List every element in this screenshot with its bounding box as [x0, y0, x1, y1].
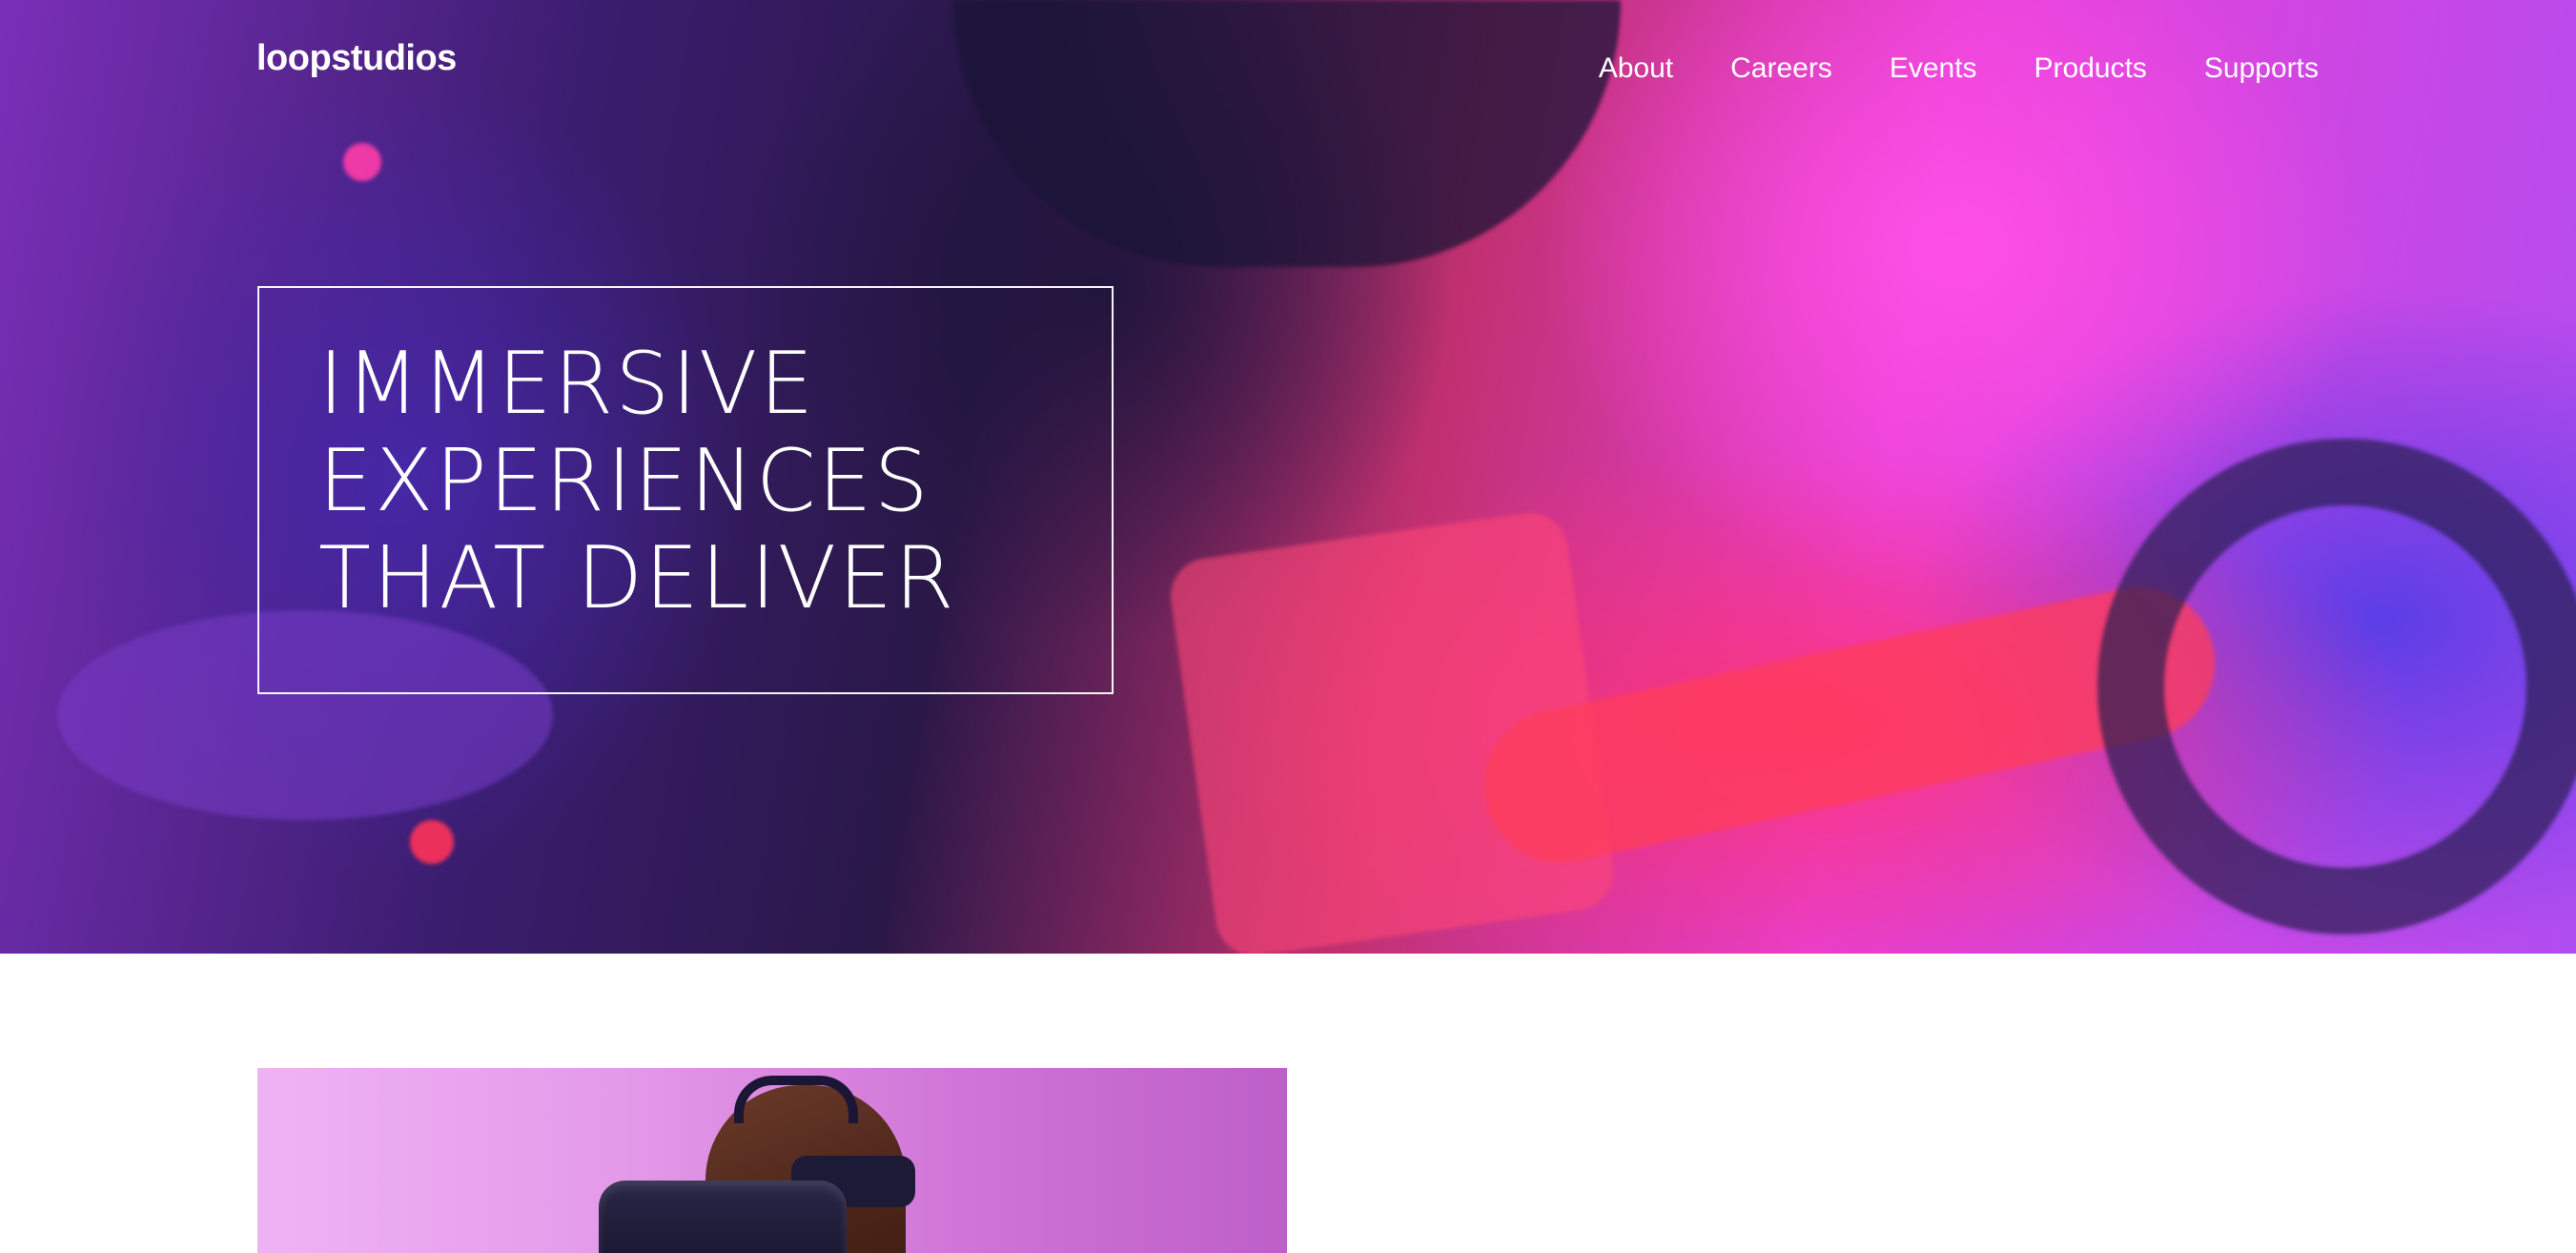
nav-item-supports: Supports	[2204, 52, 2319, 85]
vr-headset-image	[257, 1068, 1287, 1253]
hero-headline-line: IMMERSIVE	[318, 334, 816, 434]
hero-headline: IMMERSIVE EXPERIENCES THAT DELIVER	[318, 336, 956, 627]
hero-image-light	[410, 820, 454, 864]
hero-image-steering-wheel	[2097, 439, 2576, 935]
nav-link-careers[interactable]: Careers	[1730, 52, 1832, 84]
hero-headline-line: EXPERIENCES	[318, 431, 930, 531]
nav-link-products[interactable]: Products	[2034, 52, 2147, 84]
hero-section: loopstudios About Careers Events Product…	[0, 0, 2576, 954]
page: loopstudios About Careers Events Product…	[0, 0, 2576, 1253]
hero-image-shadow	[953, 0, 1621, 267]
headset-strap	[734, 1076, 858, 1123]
nav-item-events: Events	[1890, 52, 1977, 85]
logo-link[interactable]: loopstudios	[256, 38, 457, 79]
nav-link-events[interactable]: Events	[1890, 52, 1977, 84]
hero-headline-box: IMMERSIVE EXPERIENCES THAT DELIVER	[257, 286, 1114, 694]
nav-link-about[interactable]: About	[1599, 52, 1673, 84]
nav-item-products: Products	[2034, 52, 2147, 85]
hero-image-light	[343, 143, 381, 181]
vr-headset	[599, 1181, 847, 1253]
nav-link-supports[interactable]: Supports	[2204, 52, 2319, 84]
nav-item-careers: Careers	[1730, 52, 1832, 85]
main-nav: About Careers Events Products Supports	[1599, 52, 2319, 85]
nav-item-about: About	[1599, 52, 1673, 85]
hero-headline-line: THAT DELIVER	[318, 528, 956, 628]
